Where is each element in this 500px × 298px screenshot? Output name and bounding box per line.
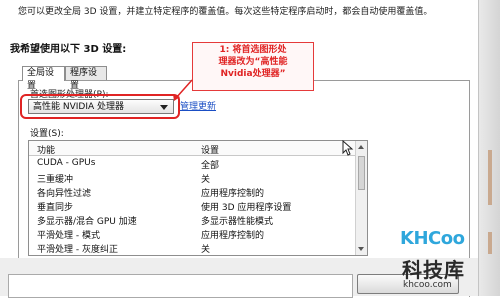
watermark-logo: KHCoo 科技库 khcoo.com xyxy=(398,228,478,296)
value-cell: 使用 3D 应用程序设置 xyxy=(201,203,292,213)
table-row[interactable]: CUDA - GPUs 全部 xyxy=(29,157,355,171)
value-cell: 全部 xyxy=(201,161,220,171)
column-header-feature[interactable]: 功能 xyxy=(37,143,55,156)
table-header: 功能 设置 xyxy=(29,141,355,156)
table-row[interactable]: 多显示器/混合 GPU 加速 多显示器性能模式 xyxy=(29,213,355,227)
value-cell: 关 xyxy=(201,175,211,185)
table-row[interactable]: 垂直同步 使用 3D 应用程序设置 xyxy=(29,199,355,213)
scroll-down-icon[interactable] xyxy=(358,247,364,251)
settings-table: 功能 设置 CUDA - GPUs 全部 三重缓冲 关 各向异性过滤 应用程序控… xyxy=(28,140,368,256)
table-row[interactable]: 平滑处理 - 模式 应用程序控制的 xyxy=(29,227,355,241)
value-cell: 关 xyxy=(201,245,211,255)
column-header-setting[interactable]: 设置 xyxy=(201,143,219,156)
watermark-brand: 科技库 xyxy=(402,258,465,282)
description-panel xyxy=(8,274,353,298)
value-cell: 应用程序控制的 xyxy=(201,189,265,199)
watermark-domain: khcoo.com xyxy=(403,280,452,290)
table-scrollbar[interactable] xyxy=(355,141,367,255)
mouse-cursor-icon xyxy=(342,140,354,156)
feature-cell: 各向异性过滤 xyxy=(37,189,92,199)
scroll-thumb[interactable] xyxy=(358,156,365,190)
table-row[interactable]: 平滑处理 - 灰度纠正 关 xyxy=(29,241,355,255)
value-cell: 多显示器性能模式 xyxy=(201,217,274,227)
table-row[interactable]: 各向异性过滤 应用程序控制的 xyxy=(29,185,355,199)
table-row[interactable]: 三重缓冲 关 xyxy=(29,171,355,185)
settings-label: 设置(S): xyxy=(30,129,64,139)
feature-cell: 平滑处理 - 模式 xyxy=(37,231,100,241)
feature-cell: 三重缓冲 xyxy=(37,175,74,185)
value-cell: 应用程序控制的 xyxy=(201,231,265,241)
feature-cell: 垂直同步 xyxy=(37,203,74,213)
feature-cell: CUDA - GPUs xyxy=(37,158,96,168)
watermark-mark: KHCoo xyxy=(400,228,465,249)
feature-cell: 多显示器/混合 GPU 加速 xyxy=(37,217,137,227)
feature-cell: 平滑处理 - 灰度纠正 xyxy=(37,245,118,255)
scroll-up-icon[interactable] xyxy=(358,145,364,149)
